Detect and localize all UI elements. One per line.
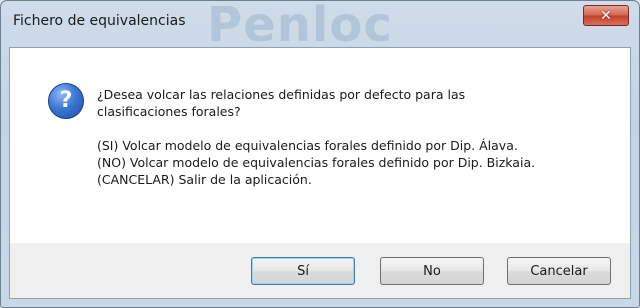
option-cancel-text: (CANCELAR) Salir de la aplicación. [97, 172, 312, 187]
dialog-window: Penloc Fichero de equivalencias ✕ ? ¿Des… [0, 0, 640, 308]
close-icon: ✕ [600, 7, 612, 24]
question-line-1: ¿Desea volcar las relaciones definidas p… [97, 87, 466, 102]
option-no-text: (NO) Volcar modelo de equivalencias fora… [97, 155, 536, 170]
background-brand-text: Penloc [207, 0, 393, 53]
no-button[interactable]: No [380, 257, 484, 285]
dialog-body: ? ¿Desea volcar las relaciones definidas… [9, 47, 631, 299]
window-title: Fichero de equivalencias [13, 13, 186, 29]
question-line-2: clasificaciones forales? [97, 104, 241, 119]
cancel-button[interactable]: Cancelar [507, 257, 611, 285]
title-bar[interactable]: Penloc Fichero de equivalencias ✕ [1, 1, 639, 53]
close-button[interactable]: ✕ [583, 5, 629, 26]
option-yes-text: (SI) Volcar modelo de equivalencias fora… [97, 138, 518, 153]
question-icon: ? [48, 83, 84, 119]
message-area: ? ¿Desea volcar las relaciones definidas… [10, 48, 630, 243]
yes-button[interactable]: Sí [251, 257, 355, 285]
message-text: ¿Desea volcar las relaciones definidas p… [97, 86, 617, 188]
